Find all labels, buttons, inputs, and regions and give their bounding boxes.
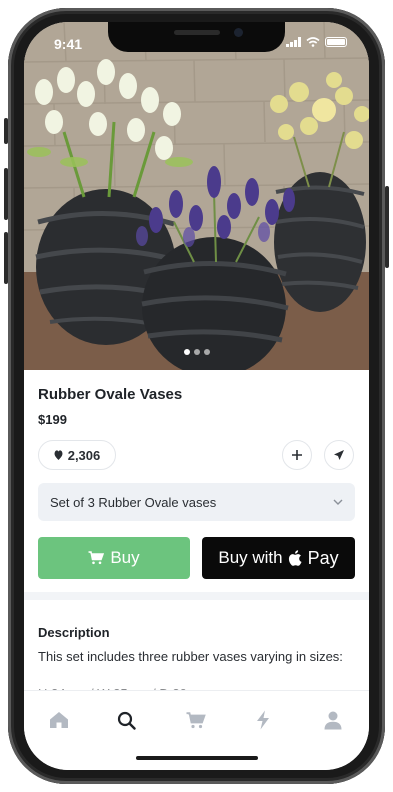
status-time: 9:41: [54, 36, 83, 52]
gallery-dot[interactable]: [183, 349, 190, 355]
vases-photo: [24, 22, 369, 370]
tab-profile[interactable]: [320, 707, 346, 733]
volume-up-button: [4, 168, 8, 220]
apple-pay-button[interactable]: Buy with Pay: [202, 537, 355, 579]
cart-icon: [88, 551, 105, 565]
send-icon: [334, 450, 344, 460]
tab-cart[interactable]: [183, 707, 209, 733]
tab-home[interactable]: [46, 707, 72, 733]
variant-select-value: Set of 3 Rubber Ovale vases: [50, 494, 217, 510]
buy-button-label: Buy: [110, 548, 140, 567]
plus-icon: [292, 450, 302, 460]
tab-activity[interactable]: [250, 707, 276, 733]
apple-pay-prefix: Buy with: [218, 548, 283, 567]
gallery-page-indicator[interactable]: [24, 349, 369, 355]
status-bar: 9:41: [24, 22, 369, 66]
apple-logo-icon: [288, 550, 302, 566]
product-image[interactable]: [24, 22, 369, 370]
heart-icon: [54, 450, 63, 460]
add-button[interactable]: [282, 440, 312, 470]
gallery-dot[interactable]: [193, 349, 200, 355]
likes-button[interactable]: 2,306: [38, 440, 116, 470]
wifi-icon: [306, 37, 320, 47]
bolt-icon: [257, 710, 269, 730]
tab-search[interactable]: [113, 707, 139, 733]
gallery-dot[interactable]: [203, 349, 210, 355]
cart-icon: [186, 711, 206, 728]
apple-pay-suffix: Pay: [307, 547, 339, 568]
variant-select[interactable]: Set of 3 Rubber Ovale vases: [38, 483, 355, 521]
status-icons: [286, 37, 347, 47]
product-price: $199: [38, 412, 67, 427]
likes-count: 2,306: [67, 447, 101, 463]
buy-button[interactable]: Buy: [38, 537, 190, 579]
share-button[interactable]: [324, 440, 354, 470]
description-heading: Description: [38, 625, 110, 640]
chevron-down-icon: [333, 499, 343, 505]
screen: 9:41 Rubber Ovale Vases $199 2,306 Set o…: [24, 22, 369, 770]
search-icon: [117, 711, 136, 730]
battery-icon: [325, 37, 347, 47]
mute-switch: [4, 118, 8, 144]
description-text: This set includes three rubber vases var…: [38, 649, 343, 664]
section-divider: [24, 592, 369, 600]
product-title: Rubber Ovale Vases: [38, 386, 183, 403]
signal-icon: [286, 37, 301, 47]
home-indicator[interactable]: [136, 756, 258, 760]
home-icon: [50, 712, 68, 728]
profile-icon: [324, 711, 342, 729]
volume-down-button: [4, 232, 8, 284]
power-button: [385, 186, 389, 268]
